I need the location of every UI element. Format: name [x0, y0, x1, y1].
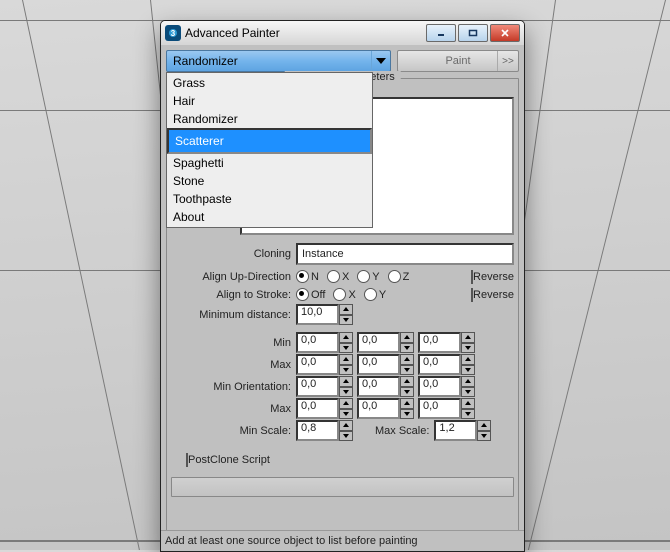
- minorient-x-spinner[interactable]: 0,0: [296, 378, 353, 395]
- minorient-y-spinner[interactable]: 0,0: [357, 378, 414, 395]
- preset-combo-value: Randomizer: [173, 54, 238, 68]
- maxorient-x-spinner[interactable]: 0,0: [296, 400, 353, 417]
- max2-label: Max: [171, 403, 291, 415]
- maximize-button[interactable]: [458, 24, 488, 42]
- maxorient-z-spinner[interactable]: 0,0: [418, 400, 475, 417]
- align-stroke-radio-y[interactable]: Y: [364, 288, 386, 301]
- preset-dropdown-list[interactable]: GrassHairRandomizerScattererSpaghettiSto…: [166, 72, 373, 228]
- postclone-checkbox[interactable]: PostClone Script: [186, 454, 270, 466]
- preset-dropdown-item[interactable]: Toothpaste: [167, 190, 372, 208]
- align-up-label: Align Up-Direction: [171, 271, 291, 283]
- align-up-radio-y[interactable]: Y: [357, 270, 379, 283]
- paint-button-label: Paint: [445, 55, 470, 67]
- align-up-radio-x[interactable]: X: [327, 270, 349, 283]
- min-z-spinner[interactable]: 0,0: [418, 334, 475, 351]
- preset-dropdown-item[interactable]: Stone: [167, 172, 372, 190]
- max-y-spinner[interactable]: 0,0: [357, 356, 414, 373]
- min-y-spinner[interactable]: 0,0: [357, 334, 414, 351]
- max-xyz: 0,0 0,0 0,0: [296, 356, 475, 373]
- spin-down-icon[interactable]: [339, 315, 353, 326]
- chevron-down-icon: [371, 51, 390, 71]
- paint-more-button[interactable]: >>: [497, 51, 518, 71]
- maxorient-y-spinner[interactable]: 0,0: [357, 400, 414, 417]
- preset-dropdown-item[interactable]: Grass: [167, 74, 372, 92]
- titlebar[interactable]: 3 Advanced Painter: [161, 21, 524, 46]
- min-scale-label: Min Scale:: [171, 425, 291, 437]
- minimize-button[interactable]: [426, 24, 456, 42]
- max-scale-spinner[interactable]: 1,2: [434, 422, 491, 439]
- postclone-script-button[interactable]: [171, 477, 514, 497]
- align-stroke-radios: Off X Y: [296, 288, 386, 301]
- preset-dropdown-item[interactable]: Randomizer: [167, 110, 372, 128]
- max-z-spinner[interactable]: 0,0: [418, 356, 475, 373]
- minorient-xyz: 0,0 0,0 0,0: [296, 378, 475, 395]
- spin-up-icon[interactable]: [339, 304, 353, 315]
- preset-dropdown-item[interactable]: Scatterer: [167, 128, 372, 154]
- close-button[interactable]: [490, 24, 520, 42]
- max-x-spinner[interactable]: 0,0: [296, 356, 353, 373]
- align-up-reverse-checkbox[interactable]: Reverse: [471, 271, 514, 283]
- max-label: Max: [171, 359, 291, 371]
- window-title: Advanced Painter: [185, 26, 422, 40]
- min-xyz: 0,0 0,0 0,0: [296, 334, 475, 351]
- min-scale-spinner[interactable]: 0,8: [296, 422, 353, 439]
- align-stroke-radio-x[interactable]: X: [333, 288, 355, 301]
- align-stroke-label: Align to Stroke:: [171, 289, 291, 301]
- max-scale-label: Max Scale:: [375, 425, 429, 437]
- preset-dropdown-item[interactable]: Hair: [167, 92, 372, 110]
- maxorient-xyz: 0,0 0,0 0,0: [296, 400, 475, 417]
- preset-combo[interactable]: Randomizer: [166, 50, 391, 72]
- svg-text:3: 3: [171, 29, 176, 38]
- minorient-z-spinner[interactable]: 0,0: [418, 378, 475, 395]
- align-up-radio-z[interactable]: Z: [388, 270, 410, 283]
- cloning-select[interactable]: Instance: [296, 243, 514, 265]
- align-stroke-reverse-checkbox[interactable]: Reverse: [471, 289, 514, 301]
- status-bar: Add at least one source object to list b…: [161, 530, 524, 551]
- min-x-spinner[interactable]: 0,0: [296, 334, 353, 351]
- preset-dropdown-item[interactable]: Spaghetti: [167, 154, 372, 172]
- min-distance-spinner[interactable]: 10,0: [296, 306, 353, 323]
- paint-button[interactable]: Paint >>: [397, 50, 519, 72]
- min-label: Min: [171, 337, 291, 349]
- dialog-body: Randomizer Paint >> Scatterer Parameters…: [161, 45, 524, 551]
- min-distance-label: Minimum distance:: [171, 309, 291, 321]
- dialog-window: 3 Advanced Painter Randomizer Paint >> S…: [160, 20, 525, 552]
- align-up-radio-n[interactable]: N: [296, 270, 319, 283]
- preset-dropdown-item[interactable]: About: [167, 208, 372, 226]
- min-orientation-label: Min Orientation:: [171, 381, 291, 393]
- cloning-label: Cloning: [171, 248, 291, 260]
- align-stroke-radio-off[interactable]: Off: [296, 288, 325, 301]
- align-up-radios: N X Y Z: [296, 270, 409, 283]
- app-icon: 3: [165, 25, 181, 41]
